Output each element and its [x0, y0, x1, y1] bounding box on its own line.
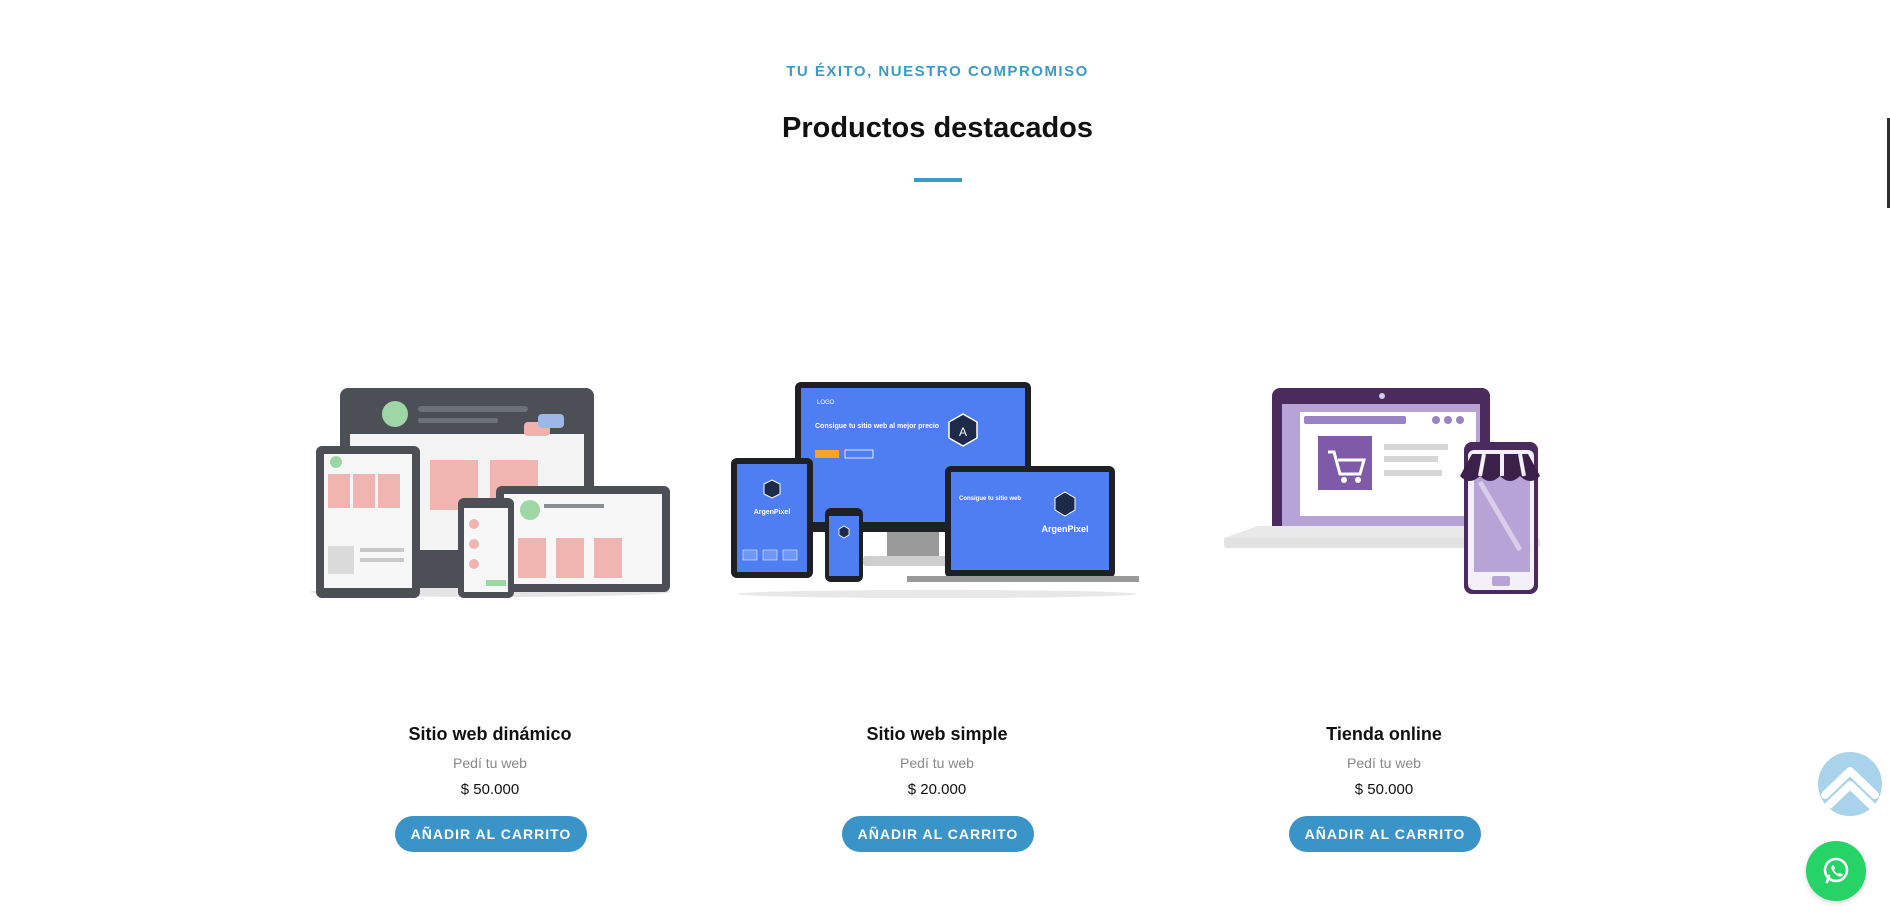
mockup-headline: Consigue tu sitio web al mejor precio [815, 423, 939, 430]
responsive-devices-illustration[interactable] [280, 370, 700, 610]
scroll-top-button[interactable] [1801, 751, 1890, 817]
chevron-up-icon [1818, 752, 1882, 816]
product-card: LOGO Consigue tu sitio web al mejor prec… [727, 0, 1147, 880]
product-subtitle: Pedí tu web [1347, 755, 1421, 771]
mockup-logo: LOGO [817, 400, 835, 406]
laptop-brand: ArgenPixel [1041, 524, 1088, 534]
product-price: $ 20.000 [907, 781, 967, 798]
product-card: Tienda online Pedí tu web $ 50.000 AÑADI… [1174, 0, 1594, 880]
whatsapp-button[interactable] [1806, 841, 1866, 901]
svg-text:Consigue tu sitio web: Consigue tu sitio web [959, 496, 1021, 502]
svg-text:.: . [961, 455, 964, 467]
svg-text:A: A [959, 425, 967, 439]
online-store-illustration[interactable] [1174, 370, 1594, 610]
tablet-brand: ArgenPixel [754, 509, 791, 516]
add-to-cart-button[interactable]: AÑADIR AL CARRITO [395, 816, 587, 852]
product-name[interactable]: Sitio web dinámico [280, 724, 700, 745]
product-subtitle: Pedí tu web [900, 755, 974, 771]
product-name[interactable]: Tienda online [1174, 724, 1594, 745]
product-subtitle: Pedí tu web [453, 755, 527, 771]
add-to-cart-button[interactable]: AÑADIR AL CARRITO [1289, 816, 1481, 852]
devices-mockup-illustration[interactable]: LOGO Consigue tu sitio web al mejor prec… [727, 370, 1147, 610]
add-to-cart-button[interactable]: AÑADIR AL CARRITO [842, 816, 1034, 852]
product-price: $ 50.000 [1354, 781, 1414, 798]
product-name[interactable]: Sitio web simple [727, 724, 1147, 745]
product-card: Sitio web dinámico Pedí tu web $ 50.000 … [280, 0, 700, 880]
whatsapp-icon [1823, 857, 1849, 884]
product-price: $ 50.000 [460, 781, 520, 798]
